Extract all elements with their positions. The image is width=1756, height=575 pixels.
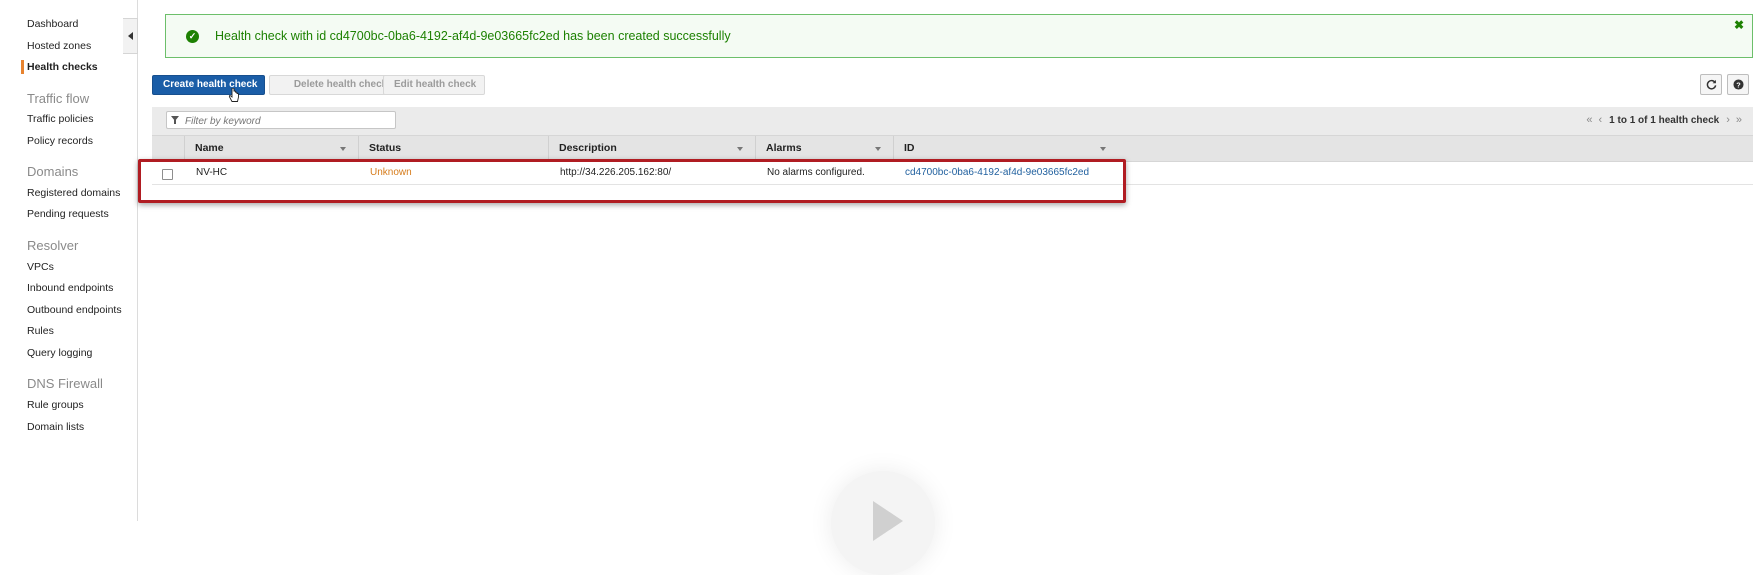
- sort-icon[interactable]: [875, 147, 881, 151]
- last-page-icon[interactable]: »: [1736, 114, 1742, 126]
- column-header-status[interactable]: Status: [358, 136, 548, 161]
- caret-left-icon: [127, 32, 133, 40]
- sidebar-item-domain-lists[interactable]: Domain lists: [27, 421, 84, 433]
- sidebar-item-hosted-zones[interactable]: Hosted zones: [27, 40, 91, 52]
- flash-message: Health check with id cd4700bc-0ba6-4192-…: [215, 29, 731, 43]
- sidebar-nav: Dashboard Hosted zones Health checks Tra…: [0, 0, 138, 521]
- next-page-icon[interactable]: ›: [1726, 114, 1730, 126]
- svg-text:?: ?: [1736, 80, 1741, 89]
- first-page-icon[interactable]: «: [1586, 114, 1592, 126]
- pager-text: 1 to 1 of 1 health check: [1609, 115, 1720, 126]
- column-header-name[interactable]: Name: [184, 136, 358, 161]
- close-icon[interactable]: ✖: [1734, 18, 1744, 32]
- sidebar-item-rule-groups[interactable]: Rule groups: [27, 399, 84, 411]
- highlight-box: [138, 159, 1126, 203]
- sidebar-item-inbound-endpoints[interactable]: Inbound endpoints: [27, 282, 113, 294]
- sidebar-item-health-checks[interactable]: Health checks: [27, 61, 98, 73]
- refresh-button[interactable]: [1700, 74, 1722, 95]
- sidebar-collapse-button[interactable]: [123, 18, 138, 54]
- sidebar-item-pending-requests[interactable]: Pending requests: [27, 208, 109, 220]
- select-column-header: [152, 136, 184, 161]
- sidebar-section-dns-firewall: DNS Firewall: [27, 376, 103, 391]
- sidebar-section-resolver: Resolver: [27, 238, 79, 253]
- sidebar-item-policy-records[interactable]: Policy records: [27, 135, 93, 147]
- help-icon: ?: [1732, 79, 1744, 90]
- sort-icon[interactable]: [1100, 147, 1106, 151]
- column-header-description[interactable]: Description: [548, 136, 755, 161]
- sort-icon[interactable]: [340, 147, 346, 151]
- prev-page-icon[interactable]: ‹: [1598, 114, 1602, 126]
- column-header-alarms[interactable]: Alarms: [755, 136, 893, 161]
- hand-cursor-icon: [228, 88, 239, 102]
- sidebar-item-traffic-policies[interactable]: Traffic policies: [27, 113, 94, 125]
- table-header: Name Status Description Alarms ID: [152, 135, 1753, 162]
- filter-field[interactable]: [166, 111, 396, 129]
- column-header-id[interactable]: ID: [893, 136, 1118, 161]
- active-indicator: [21, 60, 24, 74]
- create-health-check-button[interactable]: Create health check: [152, 75, 265, 95]
- sidebar-item-vpcs[interactable]: VPCs: [27, 261, 54, 273]
- help-button[interactable]: ?: [1727, 74, 1749, 95]
- sidebar-item-query-logging[interactable]: Query logging: [27, 347, 92, 359]
- filter-input[interactable]: [183, 113, 392, 129]
- pagination: « ‹ 1 to 1 of 1 health check › »: [1583, 114, 1745, 126]
- sidebar-item-dashboard[interactable]: Dashboard: [27, 18, 78, 30]
- sort-icon[interactable]: [737, 147, 743, 151]
- edit-health-check-button[interactable]: Edit health check: [383, 75, 485, 95]
- sidebar-section-traffic-flow: Traffic flow: [27, 91, 90, 106]
- sidebar-item-registered-domains[interactable]: Registered domains: [27, 187, 120, 199]
- play-button[interactable]: [831, 471, 935, 575]
- refresh-icon: [1706, 79, 1716, 90]
- sidebar-section-domains: Domains: [27, 164, 79, 179]
- sidebar-item-outbound-endpoints[interactable]: Outbound endpoints: [27, 304, 122, 316]
- filter-bar: « ‹ 1 to 1 of 1 health check › »: [152, 107, 1753, 135]
- check-circle-icon: ✓: [186, 30, 199, 43]
- success-flash-banner: ✓ Health check with id cd4700bc-0ba6-419…: [165, 14, 1753, 58]
- play-icon: [873, 501, 903, 541]
- sidebar-item-rules[interactable]: Rules: [27, 325, 54, 337]
